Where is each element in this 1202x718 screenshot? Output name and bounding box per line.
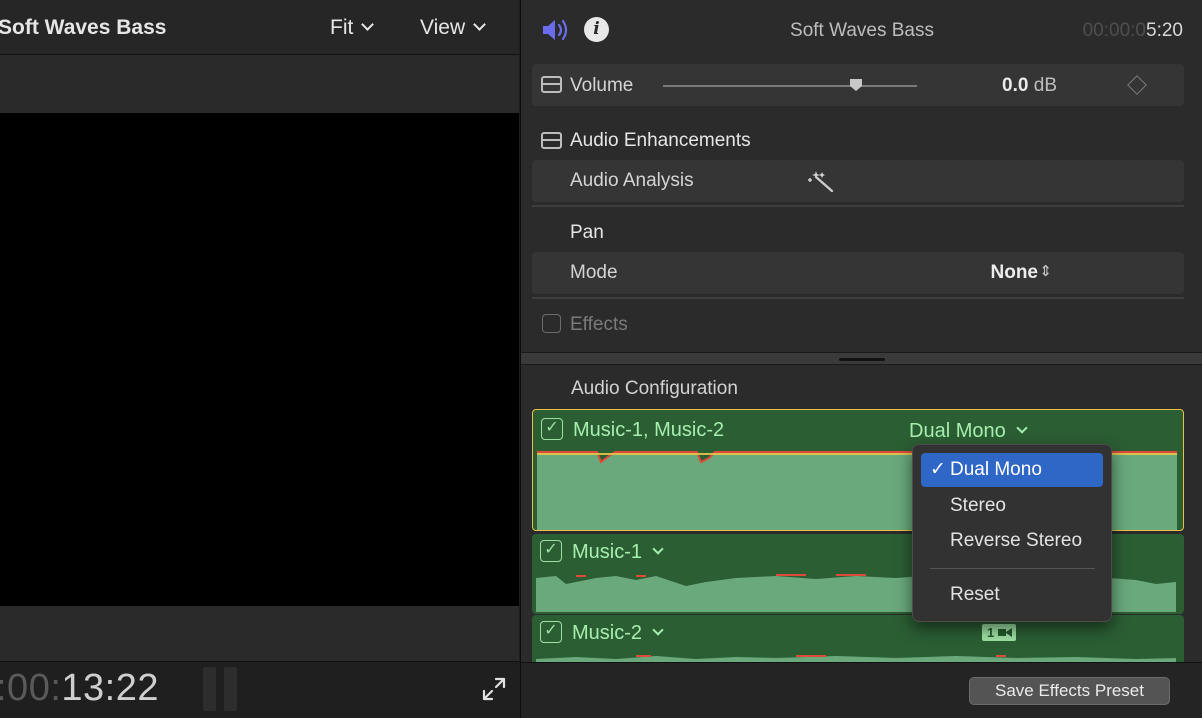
chevron-down-icon[interactable] [652, 543, 664, 555]
camera-badge: 1 [982, 624, 1016, 641]
chevron-down-icon [361, 18, 375, 31]
magic-wand-icon[interactable] [806, 169, 836, 193]
volume-slider[interactable] [663, 85, 917, 87]
inspector-timecode-dim: 00:00:0 [1082, 20, 1147, 41]
viewer-panel: Soft Waves Bass Fit View :00:13:22 [0, 0, 519, 718]
volume-unit: dB [1033, 75, 1057, 96]
fullscreen-icon[interactable] [481, 676, 507, 702]
view-label: View [420, 16, 466, 39]
menu-item-reverse-stereo[interactable]: Reverse Stereo [921, 524, 1103, 558]
menu-item-stereo[interactable]: Stereo [921, 489, 1103, 523]
channel-name: Music-1 [572, 541, 664, 564]
save-effects-preset-button[interactable]: Save Effects Preset [969, 677, 1170, 705]
menu-item-label: Reverse Stereo [950, 530, 1083, 551]
viewer-clip-title: Soft Waves Bass [0, 16, 167, 39]
channel-strip-music-2[interactable]: ✓ Music-2 1 [532, 615, 1184, 663]
pan-mode-row: Mode None ⇕ [532, 252, 1184, 294]
keyframe-icon[interactable] [1127, 75, 1147, 95]
pan-mode-label: Mode [570, 262, 618, 283]
audio-analysis-row: Audio Analysis [532, 160, 1184, 202]
inspector-footer: Save Effects Preset [521, 662, 1202, 718]
chevron-down-icon [1016, 422, 1028, 434]
menu-item-label: Dual Mono [950, 459, 1042, 480]
menu-item-dual-mono[interactable]: ✓ Dual Mono [921, 453, 1103, 487]
inspector-timecode-bright: 5:20 [1146, 20, 1183, 41]
inspector-header: i Soft Waves Bass 00:00:05:20 [521, 0, 1202, 60]
effects-row: Effects [532, 310, 1184, 340]
chevron-down-icon[interactable] [652, 624, 664, 636]
volume-label: Volume [570, 75, 634, 96]
audio-analysis-label: Audio Analysis [570, 170, 694, 191]
divider [532, 205, 1184, 207]
splitter-handle[interactable] [839, 358, 885, 361]
channel-checkbox[interactable]: ✓ [540, 621, 562, 643]
menu-item-label: Stereo [950, 495, 1006, 516]
channel-name: Music-1, Music-2 [573, 419, 725, 441]
pan-header: Pan [532, 218, 1184, 248]
channel-checkbox[interactable]: ✓ [540, 540, 562, 562]
channel-mode-menu[interactable]: Dual Mono [909, 420, 1028, 443]
viewer-top-strip [0, 55, 519, 113]
section-toggle-icon[interactable] [541, 76, 562, 93]
badge-number: 1 [987, 625, 995, 640]
audio-meter-left [203, 667, 216, 711]
audio-enhancements-label: Audio Enhancements [570, 130, 751, 151]
volume-value[interactable]: 0.0 dB [1002, 75, 1057, 97]
fit-menu-button[interactable]: Fit [330, 16, 375, 40]
panel-splitter[interactable] [521, 352, 1202, 365]
volume-slider-knob[interactable] [848, 77, 864, 93]
divider [532, 297, 1184, 299]
channel-mode-popup-menu: ✓ Dual Mono Stereo Reverse Stereo Reset [912, 444, 1112, 622]
view-menu-button[interactable]: View [420, 16, 487, 40]
channel-name-text: Music-2 [572, 622, 643, 644]
fit-label: Fit [330, 16, 354, 39]
effects-label: Effects [570, 314, 628, 335]
audio-enhancements-header: Audio Enhancements [532, 126, 1184, 156]
channel-name-text: Music-1 [572, 541, 643, 563]
channel-name: Music-2 [572, 622, 664, 645]
viewer-header: Soft Waves Bass Fit View [0, 0, 519, 55]
channel-mode-label: Dual Mono [909, 420, 1006, 442]
menu-separator [930, 568, 1095, 569]
chevron-down-icon [473, 18, 487, 31]
audio-meter-right [224, 667, 237, 711]
effects-checkbox[interactable] [542, 314, 561, 333]
channel-checkbox[interactable]: ✓ [541, 418, 563, 440]
viewer-bottom-strip [0, 606, 519, 662]
timecode-dim: :00: [0, 667, 62, 709]
timecode-bright: 13:22 [61, 667, 159, 709]
pan-mode-select[interactable]: None [991, 262, 1039, 284]
updown-arrows-icon: ⇕ [1039, 263, 1052, 280]
volume-number: 0.0 [1002, 75, 1029, 96]
audio-configuration-label: Audio Configuration [571, 378, 738, 399]
pan-label: Pan [570, 222, 604, 243]
inspector-duration-timecode: 00:00:05:20 [1083, 20, 1183, 42]
volume-row: Volume 0.0 dB [532, 64, 1184, 106]
viewer-canvas[interactable] [0, 113, 519, 606]
camera-icon [998, 628, 1012, 637]
playhead-timecode[interactable]: :00:13:22 [0, 667, 159, 710]
menu-item-label: Reset [950, 584, 1000, 605]
section-toggle-icon[interactable] [541, 132, 562, 149]
menu-item-reset[interactable]: Reset [921, 578, 1103, 612]
viewer-footer: :00:13:22 [0, 662, 519, 718]
checkmark-icon: ✓ [930, 459, 946, 480]
